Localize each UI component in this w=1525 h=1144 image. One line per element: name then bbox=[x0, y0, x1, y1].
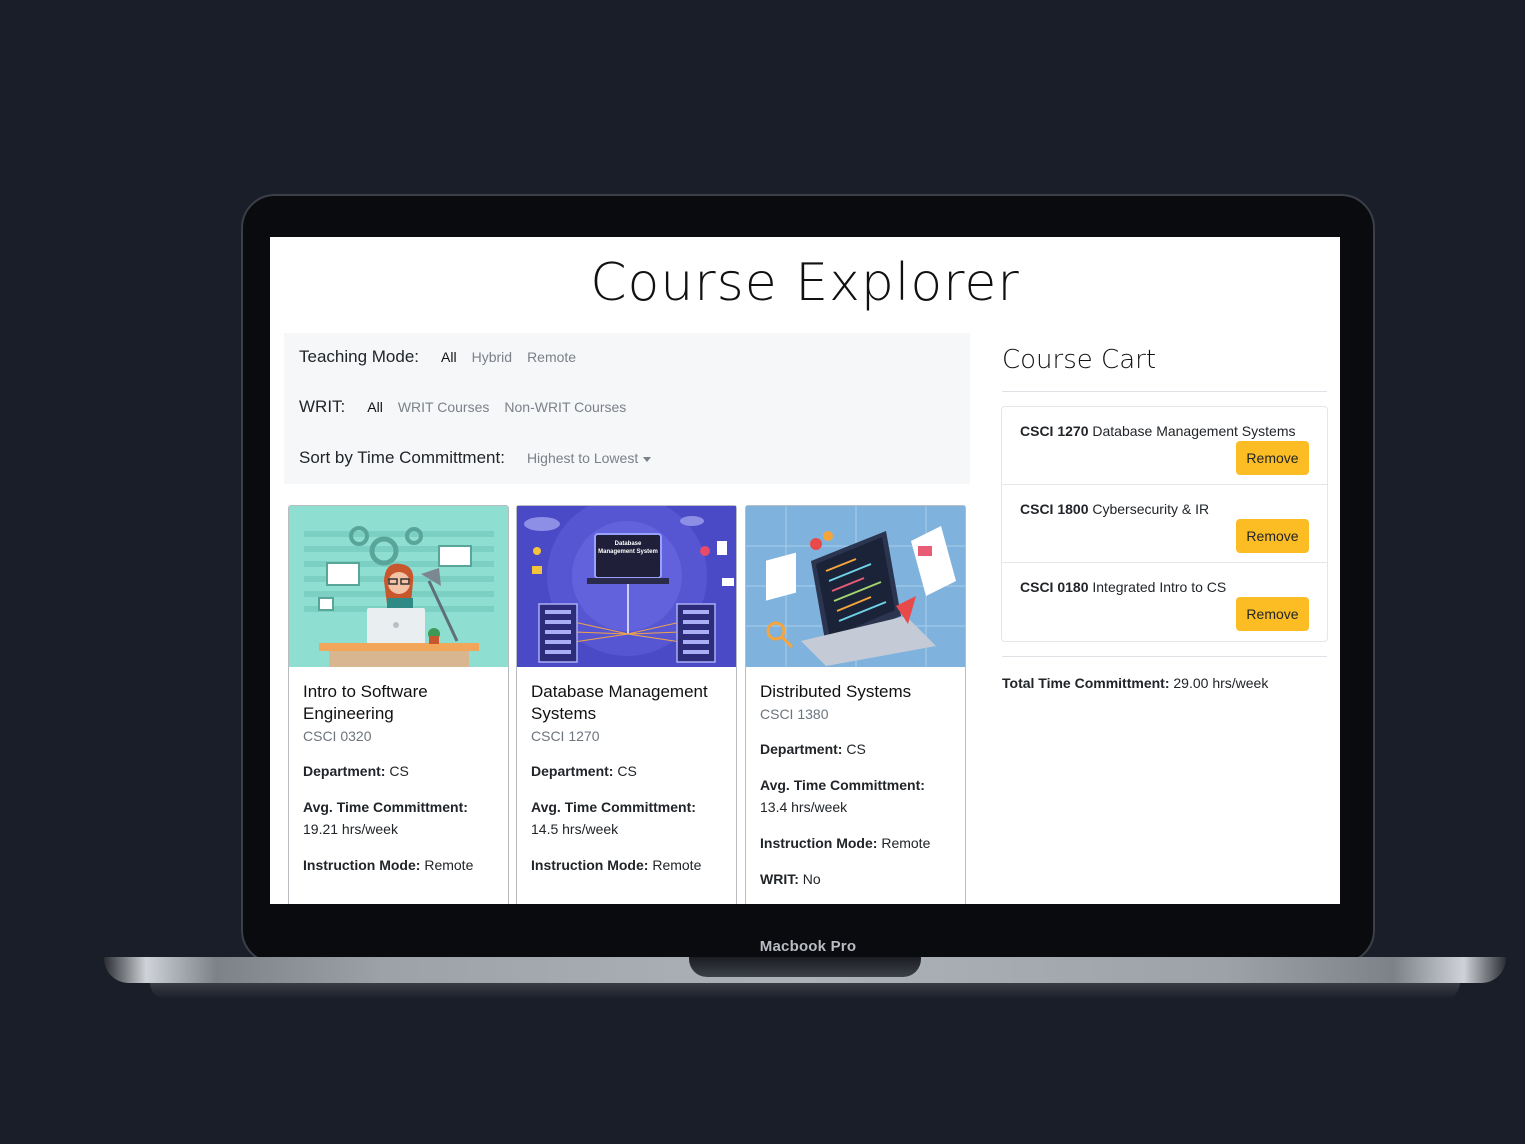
writ-label: WRIT: bbox=[760, 871, 799, 887]
cart-item-code: CSCI 1270 bbox=[1020, 423, 1089, 439]
writ-label: WRIT: bbox=[299, 397, 346, 416]
app-screen: Course Explorer Teaching Mode: All Hybri… bbox=[270, 237, 1340, 904]
page-title: Course Explorer bbox=[590, 253, 1020, 313]
remove-button[interactable]: Remove bbox=[1236, 441, 1309, 475]
time-label: Avg. Time Committment: bbox=[531, 799, 696, 815]
course-card[interactable]: Database Management System Database Mana… bbox=[516, 505, 737, 904]
course-code: CSCI 0320 bbox=[303, 728, 372, 744]
laptop-base-shadow bbox=[150, 983, 1460, 999]
time-value: 19.21 hrs/week bbox=[303, 821, 398, 837]
course-title: Database Management Systems bbox=[531, 682, 708, 723]
writ-filter: WRIT: All WRIT Courses Non-WRIT Courses bbox=[299, 397, 641, 417]
course-title: Intro to Software Engineering bbox=[303, 682, 428, 723]
department-value: CS bbox=[846, 741, 866, 757]
chevron-down-icon bbox=[643, 456, 652, 462]
cart-item-text: CSCI 0180 Integrated Intro to CS bbox=[1020, 579, 1226, 595]
course-code: CSCI 1270 bbox=[531, 728, 600, 744]
mode-label: Instruction Mode: bbox=[303, 857, 421, 873]
course-title: Distributed Systems bbox=[760, 682, 912, 701]
course-writ: WRIT: No bbox=[760, 868, 951, 890]
course-time: Avg. Time Committment: 13.4 hrs/week bbox=[760, 774, 951, 818]
teaching-mode-all[interactable]: All bbox=[441, 349, 457, 365]
time-value: 14.5 hrs/week bbox=[531, 821, 619, 837]
laptop-notch bbox=[689, 957, 921, 977]
cart-item-text: CSCI 1270 Database Management Systems bbox=[1020, 423, 1295, 439]
course-mode: Instruction Mode: Remote bbox=[531, 854, 722, 876]
writ-all[interactable]: All bbox=[367, 399, 383, 415]
remove-button[interactable]: Remove bbox=[1236, 519, 1309, 553]
course-code: CSCI 1380 bbox=[760, 706, 829, 722]
cart-item: CSCI 1800 Cybersecurity & IR Remove bbox=[1002, 485, 1327, 563]
course-department: Department: CS bbox=[760, 738, 951, 760]
mode-value: Remote bbox=[652, 857, 702, 873]
course-department: Department: CS bbox=[303, 760, 494, 782]
teaching-mode-filter: Teaching Mode: All Hybrid Remote bbox=[299, 347, 591, 367]
course-time: Avg. Time Committment: 14.5 hrs/week bbox=[531, 796, 722, 840]
course-department: Department: CS bbox=[531, 760, 722, 782]
cart-item-name: Database Management Systems bbox=[1092, 423, 1296, 439]
time-label: Avg. Time Committment: bbox=[303, 799, 468, 815]
database-image-caption: Database Management System bbox=[598, 541, 658, 555]
department-label: Department: bbox=[531, 763, 614, 779]
course-card[interactable]: Intro to Software Engineering CSCI 0320 … bbox=[288, 505, 509, 904]
divider bbox=[1002, 656, 1327, 657]
cart-item-text: CSCI 1800 Cybersecurity & IR bbox=[1020, 501, 1209, 517]
total-label: Total Time Committment: bbox=[1002, 675, 1170, 691]
course-image-database: Database Management System bbox=[517, 506, 736, 667]
filter-panel: Teaching Mode: All Hybrid Remote WRIT: A… bbox=[284, 333, 970, 484]
course-card[interactable]: Distributed Systems CSCI 1380 Department… bbox=[745, 505, 966, 904]
time-value: 13.4 hrs/week bbox=[760, 799, 848, 815]
teaching-mode-label: Teaching Mode: bbox=[299, 347, 420, 366]
device-label: Macbook Pro bbox=[759, 938, 857, 955]
sort-label: Sort by Time Committment: bbox=[299, 448, 505, 467]
sort-value: Highest to Lowest bbox=[526, 450, 639, 466]
cart-item-code: CSCI 1800 bbox=[1020, 501, 1089, 517]
writ-value: No bbox=[802, 871, 821, 887]
department-label: Department: bbox=[303, 763, 386, 779]
non-writ-courses[interactable]: Non-WRIT Courses bbox=[504, 399, 626, 415]
cart-item: CSCI 1270 Database Management Systems Re… bbox=[1002, 407, 1327, 485]
department-value: CS bbox=[617, 763, 637, 779]
mode-label: Instruction Mode: bbox=[760, 835, 878, 851]
course-mode: Instruction Mode: Remote bbox=[760, 832, 951, 854]
cart-item: CSCI 0180 Integrated Intro to CS Remove bbox=[1002, 563, 1327, 641]
cart-item-name: Integrated Intro to CS bbox=[1092, 579, 1227, 595]
department-value: CS bbox=[389, 763, 409, 779]
mode-label: Instruction Mode: bbox=[531, 857, 649, 873]
course-image-developer bbox=[289, 506, 508, 667]
course-time: Avg. Time Committment: 19.21 hrs/week bbox=[303, 796, 494, 840]
department-label: Department: bbox=[760, 741, 843, 757]
remove-button[interactable]: Remove bbox=[1236, 597, 1309, 631]
teaching-mode-remote[interactable]: Remote bbox=[527, 349, 576, 365]
divider bbox=[1002, 391, 1327, 392]
sort-filter: Sort by Time Committment: Highest to Low… bbox=[299, 448, 652, 468]
time-label: Avg. Time Committment: bbox=[760, 777, 925, 793]
cart-item-name: Cybersecurity & IR bbox=[1092, 501, 1210, 517]
cart-item-code: CSCI 0180 bbox=[1020, 579, 1089, 595]
sort-dropdown[interactable]: Highest to Lowest bbox=[526, 450, 652, 466]
teaching-mode-hybrid[interactable]: Hybrid bbox=[472, 349, 512, 365]
mode-value: Remote bbox=[424, 857, 474, 873]
mode-value: Remote bbox=[881, 835, 931, 851]
course-mode: Instruction Mode: Remote bbox=[303, 854, 494, 876]
course-image-laptop-code bbox=[746, 506, 965, 667]
writ-courses[interactable]: WRIT Courses bbox=[398, 399, 490, 415]
cart-list: CSCI 1270 Database Management Systems Re… bbox=[1001, 406, 1328, 642]
total-value: 29.00 hrs/week bbox=[1173, 675, 1269, 691]
cart-title: Course Cart bbox=[1002, 345, 1157, 375]
total-time: Total Time Committment: 29.00 hrs/week bbox=[1002, 675, 1268, 691]
